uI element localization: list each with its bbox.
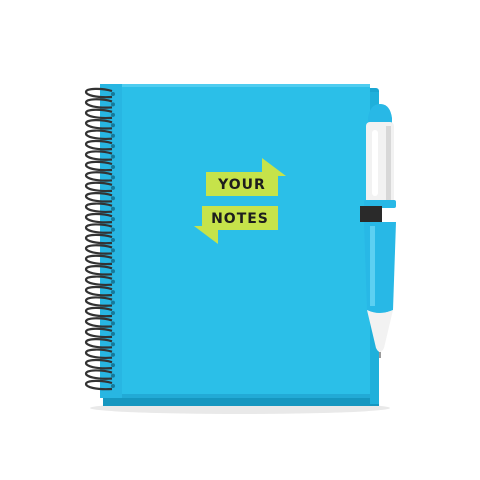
banner-bottom-text: NOTES <box>211 211 269 227</box>
binding-hole <box>111 206 115 211</box>
binding-hole <box>111 196 115 201</box>
binding-hole <box>111 227 115 232</box>
binding-hole <box>111 248 115 253</box>
binding-hole <box>111 321 115 326</box>
binding-hole <box>111 311 115 315</box>
elastic-band <box>360 206 382 222</box>
binding-hole <box>111 238 115 242</box>
binding-hole <box>111 331 115 336</box>
pen-grip <box>364 222 396 313</box>
binding-hole <box>111 102 115 107</box>
binding-hole <box>111 217 115 222</box>
binding-hole <box>111 154 115 159</box>
binding-hole <box>111 175 115 180</box>
binding-hole <box>111 352 115 357</box>
binding-hole <box>111 123 115 128</box>
binding-hole <box>111 112 115 117</box>
binding-hole <box>111 342 115 347</box>
binding-hole <box>111 373 115 378</box>
binding-hole <box>111 363 115 368</box>
binding-hole <box>111 185 115 190</box>
binding-hole <box>111 92 115 96</box>
binding-hole <box>111 290 115 295</box>
binding-hole <box>111 258 115 263</box>
binding-hole <box>111 279 115 284</box>
notebook-product-photo: YOUR NOTES <box>84 84 396 414</box>
notebook-front-cover <box>100 84 370 398</box>
banner-top-text: YOUR <box>217 177 266 193</box>
binding-hole <box>111 269 115 274</box>
binding-hole <box>111 384 115 388</box>
binding-hole <box>111 144 115 149</box>
binding-hole <box>111 165 115 169</box>
binding-hole <box>111 300 115 305</box>
binding-hole <box>111 133 115 138</box>
